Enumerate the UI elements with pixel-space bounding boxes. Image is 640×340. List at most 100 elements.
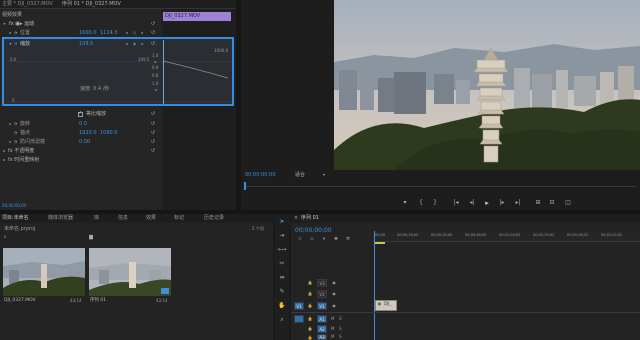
stopwatch-icon[interactable]: ◔ [13, 121, 18, 127]
expand-icon[interactable]: ▸ [2, 148, 7, 154]
anchor-x-value[interactable]: 1920.0 [79, 131, 97, 136]
selection-tool-icon[interactable]: ➤ [277, 218, 287, 226]
work-area-bar[interactable] [375, 242, 385, 244]
reset-icon[interactable]: ↺ [150, 111, 156, 117]
clip-name-sequence[interactable]: 序列 01 [90, 298, 106, 304]
add-marker-icon[interactable]: ▾ [321, 237, 327, 243]
playhead-marker[interactable] [244, 182, 246, 190]
razor-tool-icon[interactable]: ✂ [277, 260, 287, 268]
expand-icon[interactable]: ▸ [2, 157, 7, 163]
reset-icon[interactable]: ↺ [150, 21, 156, 27]
step-back-icon[interactable]: ◂| [467, 199, 477, 207]
time-remap-label[interactable]: fx 时间重映射 [8, 158, 39, 163]
rotation-value[interactable]: 0.0 [79, 122, 87, 127]
keyframe-icon[interactable]: ◇ [132, 30, 137, 36]
reset-icon[interactable]: ↺ [150, 30, 156, 36]
track-a1-target[interactable]: A1 [317, 315, 327, 323]
extract-icon[interactable]: ⊟ [547, 199, 557, 207]
stopwatch-icon[interactable]: ◔ [13, 139, 18, 145]
eye-icon[interactable]: ◉ [331, 303, 337, 309]
sequence-thumbnail[interactable] [89, 248, 171, 296]
timeline-title[interactable]: 序列 01 [301, 216, 319, 221]
play-icon[interactable]: ▸ [483, 199, 491, 207]
solo-button[interactable]: S [339, 335, 342, 339]
position-x-value[interactable]: 1600.0 [79, 31, 97, 36]
snap-icon[interactable]: ⊂ [297, 237, 303, 243]
chevron-down-icon[interactable]: ▾ [321, 172, 327, 178]
lock-icon[interactable]: 🔒 [307, 335, 313, 340]
solo-button[interactable]: S [339, 327, 342, 331]
anchor-y-value[interactable]: 1080.0 [100, 131, 118, 136]
program-timecode[interactable]: 00;00;00;00 [245, 173, 276, 178]
linked-selection-icon[interactable]: ∞ [309, 237, 315, 243]
reset-icon[interactable]: ↺ [150, 139, 156, 145]
hand-tool-icon[interactable]: ✋ [277, 302, 287, 310]
lock-icon[interactable]: 🔒 [307, 303, 313, 309]
lock-icon[interactable]: 🔒 [307, 326, 313, 332]
stopwatch-icon[interactable]: ◔ [13, 130, 18, 136]
wrench-icon[interactable]: ⚒ [345, 237, 351, 243]
opacity-label[interactable]: fx 不透明度 [8, 149, 34, 154]
scale-value[interactable]: 109.5 [79, 42, 93, 47]
mark-out-icon[interactable]: } [431, 199, 439, 207]
source-patch-v1[interactable]: V1 [294, 302, 304, 310]
ripple-edit-tool-icon[interactable]: ⟷ [277, 246, 287, 254]
stopwatch-icon[interactable]: ◔ [13, 30, 18, 36]
tab-sequence-clip[interactable]: 序列 01 * DJI_0327.MOV [62, 2, 121, 7]
timeline-timecode[interactable]: 00;00;00;00 [295, 228, 332, 234]
mark-in-icon[interactable]: { [417, 199, 425, 207]
folder-icon[interactable]: ▆ [88, 234, 94, 240]
effect-controls-timecode[interactable]: 00;00;00;00 [2, 204, 26, 208]
keyframe-icon[interactable]: ◆ [132, 41, 137, 47]
fit-dropdown[interactable]: 适合 [295, 173, 305, 178]
clip-name-dji[interactable]: DJI_0327.MOV [4, 298, 36, 304]
reset-icon[interactable]: ↺ [150, 130, 156, 136]
lock-icon[interactable]: 🔒 [307, 280, 313, 286]
anti-flicker-value[interactable]: 0.00 [79, 140, 90, 145]
track-v1-target[interactable]: V1 [317, 302, 327, 310]
pen-tool-icon[interactable]: ✎ [277, 288, 287, 296]
lock-icon[interactable]: 🔒 [307, 316, 313, 322]
lift-icon[interactable]: ⊞ [533, 199, 543, 207]
clip-thumbnail-dji[interactable] [3, 248, 85, 296]
nav-left-icon[interactable]: ◂ [153, 87, 158, 93]
prev-keyframe-icon[interactable]: ◂ [124, 41, 129, 47]
nav-right-icon[interactable]: ▸ [153, 59, 158, 65]
mute-button[interactable]: M [331, 317, 334, 321]
add-marker-icon[interactable]: ▾ [401, 199, 409, 207]
reset-icon[interactable]: ↺ [150, 121, 156, 127]
track-v2-target[interactable]: V2 [317, 290, 327, 298]
playback-scrubber[interactable] [245, 186, 636, 187]
tab-source-clip[interactable]: 主要 * DJI_0327.MOV [2, 2, 53, 7]
tab-markers[interactable]: 标记 [174, 216, 184, 221]
stopwatch-icon[interactable]: ◔ [13, 41, 18, 47]
go-to-in-icon[interactable]: |◂ [451, 199, 461, 207]
mute-button[interactable]: M [331, 327, 334, 331]
go-to-out-icon[interactable]: ▸| [513, 199, 523, 207]
zoom-tool-icon[interactable]: ⌕ [277, 316, 287, 324]
tab-effects[interactable]: 效果 [146, 216, 156, 221]
reset-icon[interactable]: ↺ [150, 148, 156, 154]
collapse-icon[interactable]: ▾ [2, 21, 7, 27]
mute-button[interactable]: M [331, 335, 334, 339]
next-keyframe-icon[interactable]: ▸ [140, 41, 145, 47]
eye-icon[interactable]: ◉ [331, 291, 337, 297]
timeline-playhead[interactable] [374, 231, 375, 340]
value-graph[interactable] [8, 60, 230, 104]
search-icon[interactable]: ⌕ [2, 234, 8, 240]
track-a3-target[interactable]: A3 [317, 334, 327, 340]
solo-button[interactable]: S [339, 317, 342, 321]
tab-info[interactable]: 信息 [118, 216, 128, 221]
track-select-tool-icon[interactable]: ⇥ [277, 232, 287, 240]
tab-media-browser[interactable]: 媒体浏览器 [48, 216, 73, 221]
motion-label[interactable]: fx ▣▸ 运动 [9, 22, 34, 27]
settings-icon[interactable]: ✱ [333, 237, 339, 243]
tab-history[interactable]: 历史记录 [204, 216, 224, 221]
track-a2-target[interactable]: A2 [317, 325, 327, 333]
slip-tool-icon[interactable]: ⇹ [277, 274, 287, 282]
export-frame-icon[interactable]: ◫ [563, 199, 573, 207]
next-keyframe-icon[interactable]: ▸ [140, 30, 145, 36]
reset-icon[interactable]: ↺ [150, 41, 156, 47]
track-v3-target[interactable]: V3 [317, 279, 327, 287]
close-icon[interactable]: × [293, 215, 299, 222]
